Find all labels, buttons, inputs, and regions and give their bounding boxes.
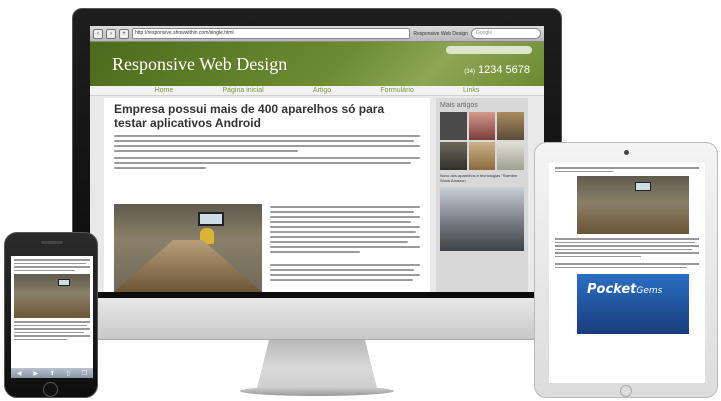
article-intro-text [114,135,420,152]
sidebar: Mais artigos Novo dos aparelhos e tecnol… [436,98,528,292]
nav-links[interactable]: Links [463,86,479,95]
tab-title: Responsive Web Design [413,30,468,37]
thumbnail[interactable] [468,142,496,170]
banner-word-pocket: Pocket [587,282,637,297]
tabs-icon[interactable]: ❐ [82,370,87,377]
ipad-article-photo [577,176,689,234]
nav-formulario[interactable]: Formulário [380,86,413,95]
imac-stand [257,340,377,388]
site-body: Empresa possui mais de 400 aparelhos só … [90,96,544,292]
ipad-screen: PocketGems [549,163,705,383]
phone-number: 1234 5678 [478,64,530,76]
share-icon[interactable]: ⬆ [50,370,55,377]
site-header: Responsive Web Design (34) 1234 5678 [90,42,544,86]
home-button[interactable] [43,382,58,397]
banner-text: PocketGems [587,282,662,297]
home-button[interactable] [620,385,632,397]
browser-toolbar: ‹ › + http://responsive.showwithin.com/s… [90,26,544,42]
bookmarks-icon[interactable]: ▯ [67,370,70,377]
thumbnail[interactable] [440,142,467,170]
phone-browser-toolbar: ◀ ▶ ⬆ ▯ ❐ [11,368,93,378]
thumbnail[interactable] [497,142,524,170]
share-icon[interactable]: + [119,28,129,39]
imac-device: ‹ › + http://responsive.showwithin.com/s… [72,8,562,400]
imac-chin [72,298,562,340]
article-title: Empresa possui mais de 400 aparelhos só … [114,102,385,130]
site-phone: (34) 1234 5678 [464,64,530,76]
sidebar-thumbnails [440,112,524,170]
site-nav: Home Página inicial Artigo Formulário Li… [90,86,544,96]
camera-icon [624,150,629,155]
banner-word-gems: Gems [636,286,663,296]
article: Empresa possui mais de 400 aparelhos só … [104,98,430,292]
thumbnail[interactable] [440,112,467,140]
sidebar-caption: Novo dos aparelhos e tecnologias "Sweden… [440,173,518,183]
sidebar-photo[interactable] [440,187,524,251]
thumbnail[interactable] [497,112,524,140]
thumbnail[interactable] [468,112,496,140]
forward-icon[interactable]: ▶ [33,370,38,377]
iphone-screen: ◀ ▶ ⬆ ▯ ❐ [11,256,93,378]
article-body-text [270,206,420,284]
nav-pagina-inicial[interactable]: Página inicial [222,86,263,95]
nav-home[interactable]: Home [155,86,174,95]
url-field[interactable]: http://responsive.showwithin.com/single.… [132,28,411,39]
pocket-gems-banner[interactable]: PocketGems [577,274,689,334]
forward-icon[interactable]: › [106,28,116,39]
search-input[interactable]: Google [471,28,541,39]
article-photo [114,204,262,292]
imac-foot [240,386,394,396]
site-title: Responsive Web Design [112,54,288,74]
site-search-input[interactable] [446,46,532,54]
sidebar-title: Mais artigos [440,102,478,109]
imac-screen: ‹ › + http://responsive.showwithin.com/s… [90,26,544,292]
phone-article-photo [14,274,90,318]
back-icon[interactable]: ‹ [93,28,103,39]
article-second-paragraph [114,157,420,169]
back-icon[interactable]: ◀ [17,370,22,377]
iphone-device: ◀ ▶ ⬆ ▯ ❐ [4,232,98,398]
iphone-speaker [41,241,63,244]
ipad-device: PocketGems [534,142,718,398]
nav-artigo[interactable]: Artigo [313,86,331,95]
phone-prefix: (34) [464,69,475,75]
